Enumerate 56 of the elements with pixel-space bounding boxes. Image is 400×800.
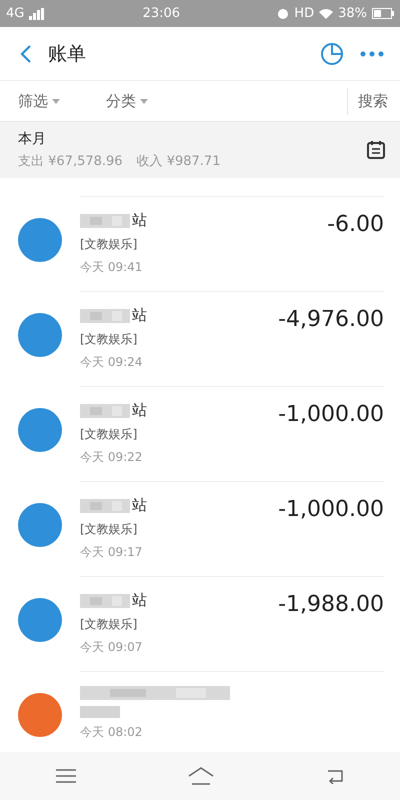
home-icon[interactable] bbox=[188, 767, 214, 785]
battery-label: 38% bbox=[338, 6, 367, 21]
battery-icon bbox=[372, 8, 394, 19]
alarm-icon bbox=[277, 8, 290, 20]
blurred-name-drawing bbox=[80, 594, 130, 608]
transaction-time: 今天 09:17 bbox=[80, 544, 144, 561]
transaction-time: 今天 09:22 bbox=[80, 449, 144, 466]
merchant-name: 站 bbox=[132, 211, 147, 230]
transaction-row[interactable]: 站 [文教娱乐] 今天 09:07 -1,988.00 bbox=[0, 576, 400, 671]
transaction-amount: -1,988.00 bbox=[278, 592, 384, 617]
hd-label: HD bbox=[294, 6, 314, 21]
caret-icon bbox=[52, 98, 60, 104]
period-label: 本月 bbox=[18, 130, 47, 148]
wifi-icon bbox=[319, 8, 334, 19]
category-label: [文教娱乐] bbox=[80, 331, 138, 348]
transaction-row[interactable]: 站 [文教娱乐] 今天 09:41 -6.00 bbox=[0, 196, 400, 291]
transaction-amount: -1,000.00 bbox=[278, 402, 384, 427]
blurred-name-drawing bbox=[80, 498, 130, 512]
transaction-time: 今天 08:02 bbox=[80, 724, 144, 741]
transaction-time: 今天 09:24 bbox=[80, 354, 144, 371]
transaction-time: 今天 09:07 bbox=[80, 639, 144, 656]
caret-icon bbox=[140, 98, 148, 104]
blurred-category-drawing bbox=[80, 706, 120, 718]
back-nav-icon[interactable] bbox=[326, 768, 344, 784]
transaction-amount: -1,000.00 bbox=[278, 497, 384, 522]
category-label: [文教娱乐] bbox=[80, 236, 138, 253]
back-icon[interactable] bbox=[20, 44, 32, 64]
merchant-name: 站 bbox=[132, 496, 147, 515]
transaction-row[interactable]: 站 [文教娱乐] 今天 09:22 -1,000.00 bbox=[0, 386, 400, 481]
filter-dropdown[interactable]: 分类 bbox=[106, 88, 148, 114]
network-label: 4G bbox=[6, 6, 24, 21]
menu-icon[interactable] bbox=[56, 769, 76, 783]
transaction-amount: -4,976.00 bbox=[278, 307, 384, 332]
transaction-row[interactable]: 站 [文教娱乐] 今天 09:17 -1,000.00 bbox=[0, 481, 400, 576]
filter-dropdown[interactable]: 筛选 bbox=[18, 88, 60, 114]
calendar-icon[interactable] bbox=[366, 140, 386, 160]
merchant-name: 站 bbox=[132, 591, 147, 610]
merchant-name: 站 bbox=[132, 306, 147, 325]
income-total: 收入 ¥987.71 bbox=[136, 153, 220, 170]
blurred-name-drawing bbox=[80, 308, 130, 322]
category-label: [文教娱乐] bbox=[80, 426, 138, 443]
category-label: [文教娱乐] bbox=[80, 616, 138, 633]
pie-chart-icon[interactable] bbox=[320, 42, 344, 66]
category-label: [文教娱乐] bbox=[80, 521, 138, 538]
blurred-name-drawing bbox=[80, 214, 130, 228]
transaction-row[interactable]: 站 [文教娱乐] 今天 09:24 -4,976.00 bbox=[0, 291, 400, 386]
search-button[interactable]: 搜索 bbox=[347, 88, 388, 114]
page-title: 账单 bbox=[48, 42, 87, 66]
blurred-name-drawing bbox=[80, 404, 130, 418]
merchant-name: 站 bbox=[132, 401, 147, 420]
expense-total: 支出 ¥67,578.96 bbox=[18, 153, 123, 170]
signal-icon bbox=[29, 8, 46, 20]
status-time: 23:06 bbox=[142, 6, 182, 21]
transaction-time: 今天 09:41 bbox=[80, 259, 144, 276]
more-icon[interactable] bbox=[360, 50, 384, 56]
transaction-amount: -6.00 bbox=[327, 212, 384, 237]
